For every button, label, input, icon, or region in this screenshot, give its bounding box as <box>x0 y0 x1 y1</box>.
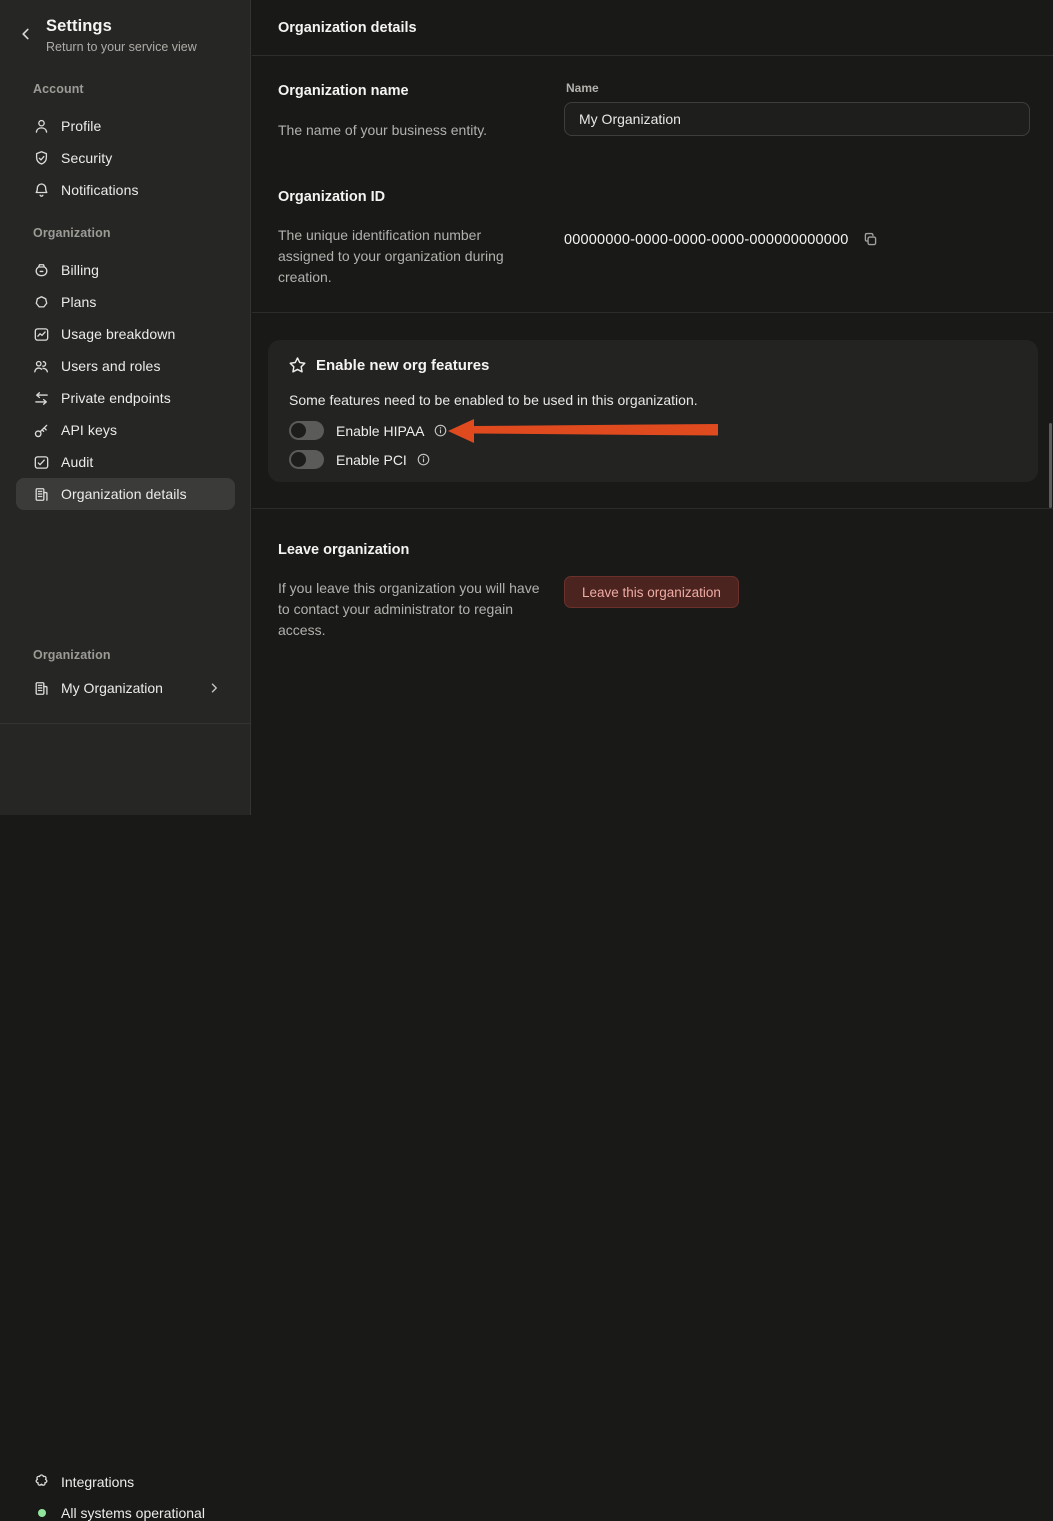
sidebar-item-label: Organization details <box>61 486 187 502</box>
sidebar-item-organization-details[interactable]: Organization details <box>16 478 235 510</box>
sidebar-item-audit[interactable]: Audit <box>16 446 235 478</box>
sidebar-item-label: Billing <box>61 262 99 278</box>
section-label-account: Account <box>33 82 84 96</box>
system-status[interactable]: All systems operational <box>33 1505 205 1521</box>
building-icon <box>33 680 50 697</box>
section-divider <box>252 312 1053 313</box>
page-title: Organization details <box>278 20 417 36</box>
hipaa-toggle-row: Enable HIPAA <box>289 421 448 440</box>
leave-org-heading: Leave organization <box>278 542 409 558</box>
sidebar-item-label: Security <box>61 150 112 166</box>
org-name-input[interactable] <box>564 102 1030 136</box>
main-header: Organization details <box>252 0 1053 56</box>
sidebar-item-users-and-roles[interactable]: Users and roles <box>16 350 235 382</box>
main-content: Organization details Organization name T… <box>252 0 1053 815</box>
bell-icon <box>33 182 50 199</box>
org-switcher[interactable]: My Organization <box>16 672 235 704</box>
enable-pci-toggle[interactable] <box>289 450 324 469</box>
scrollbar-thumb[interactable] <box>1049 423 1052 508</box>
sidebar-item-notifications[interactable]: Notifications <box>16 174 235 206</box>
sidebar-item-label: Plans <box>61 294 97 310</box>
user-icon <box>33 118 50 135</box>
sidebar-footer: Integrations All systems operational <box>0 723 251 815</box>
sidebar-item-profile[interactable]: Profile <box>16 110 235 142</box>
pci-toggle-label: Enable PCI <box>336 452 407 468</box>
audit-icon <box>33 454 50 471</box>
sidebar-item-api-keys[interactable]: API keys <box>16 414 235 446</box>
account-nav: Profile Security Notifications <box>16 110 235 206</box>
leave-organization-button[interactable]: Leave this organization <box>564 576 739 608</box>
endpoints-icon <box>33 390 50 407</box>
org-id-value: 00000000-0000-0000-0000-000000000000 <box>564 232 849 248</box>
settings-title: Settings <box>46 17 112 36</box>
sidebar: Settings Return to your service view Acc… <box>0 0 251 815</box>
sidebar-item-label: Private endpoints <box>61 390 171 406</box>
star-icon <box>288 356 307 375</box>
info-icon[interactable] <box>416 452 431 467</box>
org-id-row: 00000000-0000-0000-0000-000000000000 <box>564 231 879 248</box>
integrations-icon <box>33 1473 50 1490</box>
sidebar-item-security[interactable]: Security <box>16 142 235 174</box>
card-title: Enable new org features <box>316 357 489 374</box>
name-field-label: Name <box>566 81 599 95</box>
pci-toggle-row: Enable PCI <box>289 450 431 469</box>
integrations-label: Integrations <box>61 1474 134 1490</box>
toggle-knob <box>291 452 306 467</box>
card-subtitle: Some features need to be enabled to be u… <box>289 392 698 408</box>
sidebar-item-usage-breakdown[interactable]: Usage breakdown <box>16 318 235 350</box>
chevron-left-icon <box>18 26 34 42</box>
copy-icon[interactable] <box>862 231 879 248</box>
settings-subtitle: Return to your service view <box>46 40 197 54</box>
enable-hipaa-toggle[interactable] <box>289 421 324 440</box>
usage-chart-icon <box>33 326 50 343</box>
building-icon <box>33 486 50 503</box>
chevron-right-icon <box>207 681 221 695</box>
org-id-description: The unique identification number assigne… <box>278 225 536 288</box>
sidebar-item-label: Users and roles <box>61 358 161 374</box>
sidebar-item-label: Usage breakdown <box>61 326 175 342</box>
card-header: Enable new org features <box>288 356 489 375</box>
sidebar-item-billing[interactable]: Billing <box>16 254 235 286</box>
shield-check-icon <box>33 150 50 167</box>
leave-org-description: If you leave this organization you will … <box>278 578 550 641</box>
org-name-description: The name of your business entity. <box>278 120 487 141</box>
status-dot-icon <box>38 1509 46 1517</box>
org-id-heading: Organization ID <box>278 189 385 205</box>
sidebar-item-label: Profile <box>61 118 101 134</box>
info-icon[interactable] <box>433 423 448 438</box>
section-label-org-switcher: Organization <box>33 648 111 662</box>
sidebar-item-private-endpoints[interactable]: Private endpoints <box>16 382 235 414</box>
status-label: All systems operational <box>61 1505 205 1521</box>
organization-nav: Billing Plans Usage breakdown Users and … <box>16 254 235 510</box>
sidebar-item-label: Notifications <box>61 182 139 198</box>
key-icon <box>33 422 50 439</box>
org-name-heading: Organization name <box>278 83 409 99</box>
org-switcher-value: My Organization <box>61 680 163 696</box>
back-button[interactable] <box>16 24 36 44</box>
hipaa-toggle-label: Enable HIPAA <box>336 423 424 439</box>
plans-icon <box>33 294 50 311</box>
users-icon <box>33 358 50 375</box>
billing-icon <box>33 262 50 279</box>
integrations-link[interactable]: Integrations <box>33 1473 134 1490</box>
org-features-card: Enable new org features Some features ne… <box>268 340 1038 482</box>
sidebar-item-label: Audit <box>61 454 93 470</box>
settings-page: Settings Return to your service view Acc… <box>0 0 1053 815</box>
toggle-knob <box>291 423 306 438</box>
sidebar-item-plans[interactable]: Plans <box>16 286 235 318</box>
section-label-organization: Organization <box>33 226 111 240</box>
section-divider <box>252 508 1053 509</box>
sidebar-item-label: API keys <box>61 422 117 438</box>
